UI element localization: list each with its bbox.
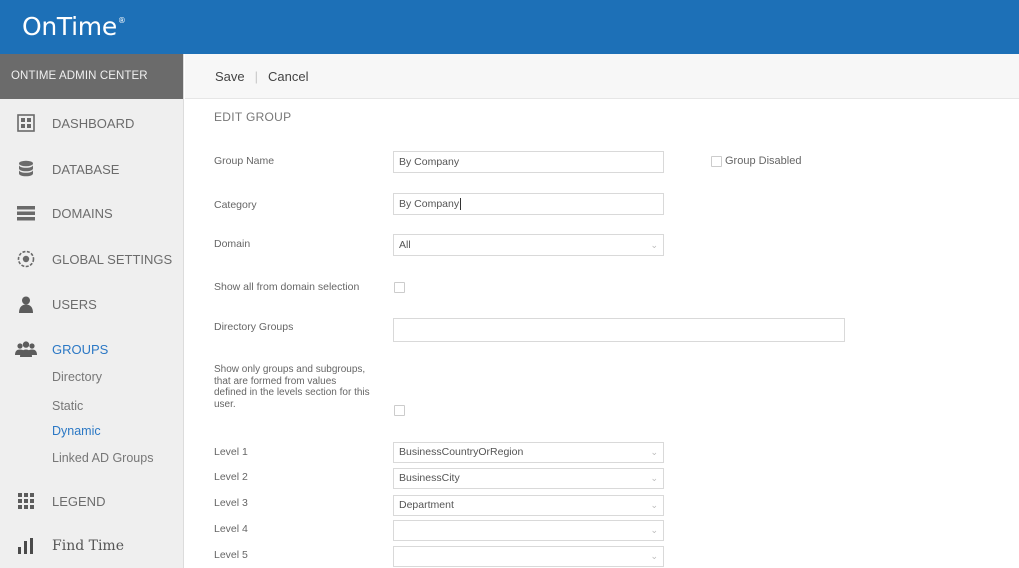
sidebar-subitem-static[interactable]: Static	[52, 399, 83, 413]
category-label: Category	[214, 199, 257, 211]
level-1-label: Level 1	[214, 446, 248, 458]
domain-select[interactable]: All ⌄	[393, 234, 664, 256]
sidebar-item-label: GROUPS	[52, 341, 109, 357]
sidebar-item-label: USERS	[52, 296, 97, 312]
level-5-label: Level 5	[214, 549, 248, 561]
chevron-down-icon: ⌄	[650, 240, 658, 250]
app-logo[interactable]: OnTime®	[22, 12, 126, 41]
sidebar-item-label: DATABASE	[52, 161, 120, 177]
admin-center-header: ONTIME ADMIN CENTER	[0, 54, 183, 99]
sidebar-item-global-settings[interactable]: GLOBAL SETTINGS	[0, 243, 183, 275]
group-name-field[interactable]: By Company	[393, 151, 664, 173]
level-4-select[interactable]: ⌄	[393, 520, 664, 541]
chevron-down-icon: ⌄	[650, 473, 658, 483]
show-all-label: Show all from domain selection	[214, 281, 360, 293]
show-only-label: Show only groups and subgroups, that are…	[214, 364, 370, 410]
page-title: EDIT GROUP	[214, 110, 292, 124]
database-icon	[0, 160, 52, 178]
category-field[interactable]: By Company	[393, 193, 664, 215]
domains-icon	[0, 205, 52, 221]
sidebar-subitem-directory[interactable]: Directory	[52, 370, 102, 384]
sidebar-item-users[interactable]: USERS	[0, 288, 183, 320]
directory-groups-field[interactable]	[393, 318, 845, 342]
level-1-select[interactable]: BusinessCountryOrRegion ⌄	[393, 442, 664, 463]
level-3-label: Level 3	[214, 497, 248, 509]
action-toolbar: Save | Cancel	[185, 54, 1019, 99]
sidebar-item-label: LEGEND	[52, 493, 106, 509]
show-only-checkbox[interactable]	[394, 405, 405, 416]
sidebar-item-database[interactable]: DATABASE	[0, 153, 183, 185]
level-2-select[interactable]: BusinessCity ⌄	[393, 468, 664, 489]
group-name-label: Group Name	[214, 155, 275, 167]
globe-icon	[0, 250, 52, 268]
save-button[interactable]: Save	[215, 69, 245, 84]
sidebar-item-label: GLOBAL SETTINGS	[52, 251, 173, 267]
user-icon	[0, 296, 52, 313]
directory-groups-label: Directory Groups	[214, 321, 294, 333]
sidebar: ONTIME ADMIN CENTER DASHBOARD DATABASE D…	[0, 54, 184, 568]
toolbar-separator: |	[254, 68, 259, 84]
domain-label: Domain	[214, 238, 251, 250]
bar-chart-icon	[0, 538, 52, 554]
chevron-down-icon: ⌄	[650, 447, 658, 457]
level-2-label: Level 2	[214, 471, 248, 483]
show-all-checkbox[interactable]	[394, 282, 405, 293]
sidebar-item-label: DOMAINS	[52, 205, 113, 221]
chevron-down-icon: ⌄	[650, 500, 658, 510]
cancel-button[interactable]: Cancel	[268, 69, 308, 84]
groups-icon	[0, 341, 52, 357]
sidebar-item-groups[interactable]: GROUPS	[0, 333, 183, 365]
chevron-down-icon: ⌄	[650, 525, 658, 535]
sidebar-item-label: DASHBOARD	[52, 115, 135, 131]
text-cursor	[460, 198, 462, 211]
sidebar-item-label: Find Time	[52, 538, 124, 554]
sidebar-item-find-time[interactable]: Find Time	[0, 530, 183, 562]
sidebar-subitem-dynamic[interactable]: Dynamic	[52, 424, 101, 438]
dashboard-icon	[0, 114, 52, 132]
sidebar-item-domains[interactable]: DOMAINS	[0, 197, 183, 229]
legend-grid-icon	[0, 493, 52, 509]
group-disabled-checkbox[interactable]	[711, 156, 722, 167]
sidebar-item-legend[interactable]: LEGEND	[0, 485, 183, 517]
group-disabled-label: Group Disabled	[725, 155, 802, 167]
sidebar-subitem-linked-ad-groups[interactable]: Linked AD Groups	[52, 451, 153, 465]
level-5-select[interactable]: ⌄	[393, 546, 664, 567]
sidebar-item-dashboard[interactable]: DASHBOARD	[0, 107, 183, 139]
level-4-label: Level 4	[214, 523, 248, 535]
top-bar: OnTime®	[0, 0, 1019, 54]
chevron-down-icon: ⌄	[650, 551, 658, 561]
level-3-select[interactable]: Department ⌄	[393, 495, 664, 516]
